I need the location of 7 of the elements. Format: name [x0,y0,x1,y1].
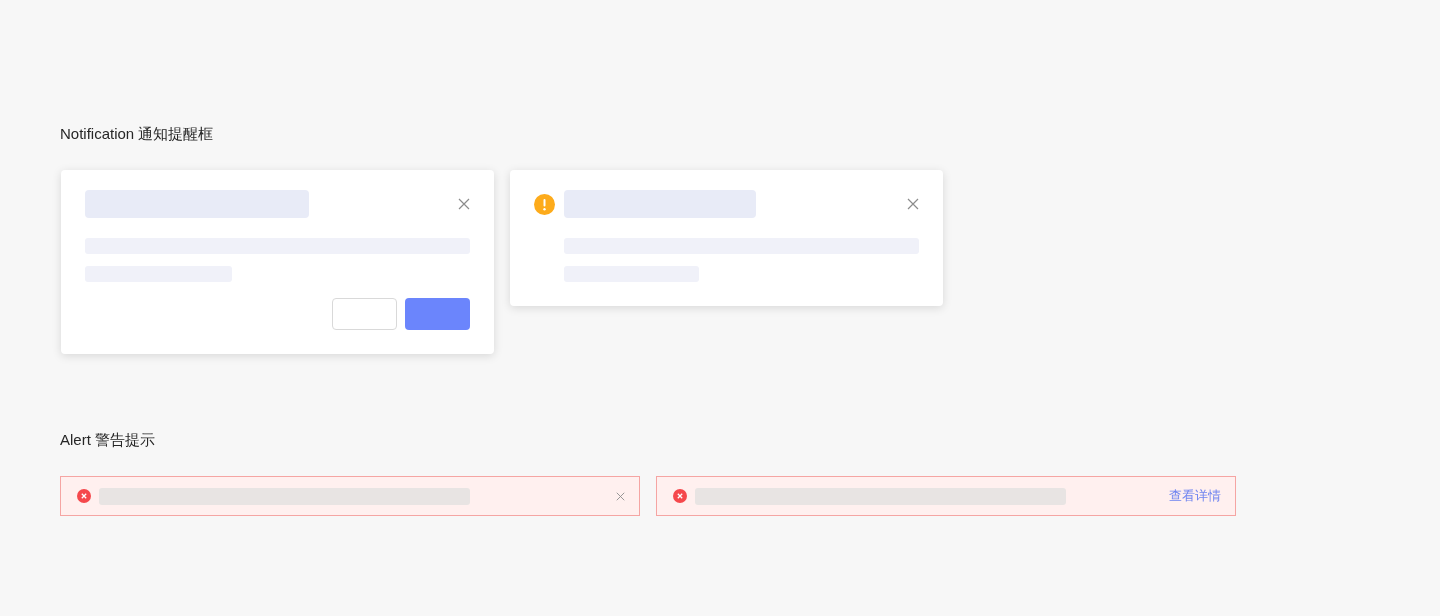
close-icon[interactable] [907,198,919,210]
section-title: Notification 通知提醒框 [60,124,214,144]
cancel-button[interactable] [332,298,397,330]
section-title: Alert 警告提示 [60,430,155,450]
details-link[interactable]: 查看详情 [1169,487,1221,505]
close-icon[interactable] [458,198,470,210]
close-icon[interactable] [616,491,625,501]
